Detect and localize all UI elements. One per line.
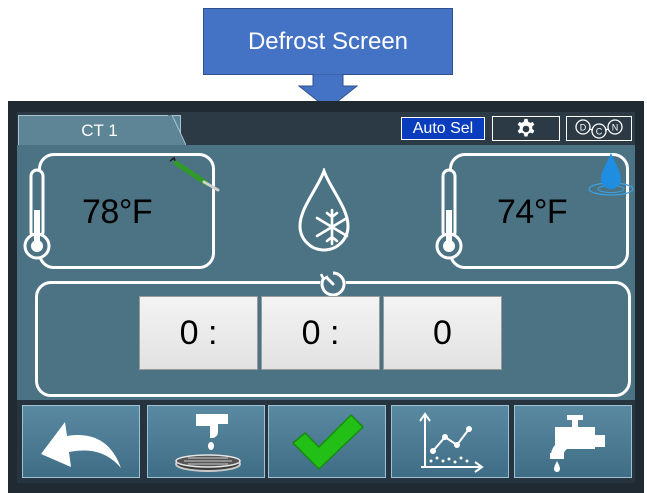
drain-button[interactable] [147,405,265,478]
timer-seconds-value: 0 [433,313,452,352]
chart-icon [419,411,484,473]
right-temperature-value: 74°F [497,193,568,231]
timer-hours-value: 0 : [179,313,218,352]
back-button[interactable] [22,405,140,478]
faucet-icon [550,414,605,472]
callout-label: Defrost Screen [247,27,409,55]
thermometer-icon-right [435,168,463,260]
water-drop-icon [588,153,634,196]
timer-minutes-value: 0 : [301,313,340,352]
tab-ct1[interactable]: CT 1 [18,115,181,145]
confirm-button[interactable] [268,405,386,478]
defrost-drop-snowflake-icon [298,168,350,252]
gear-icon [517,118,535,137]
defrost-screen-callout: Defrost Screen [203,8,453,75]
probe-icon [169,156,220,192]
left-temperature-value: 78°F [82,193,153,231]
timer-hours-field[interactable]: 0 : [139,296,258,370]
molecule-letter-d: D [580,122,587,132]
molecule-letter-c: C [596,126,603,136]
graph-button[interactable] [391,405,509,478]
thermometer-icon [23,168,51,260]
checkmark-icon [291,413,365,470]
water-button[interactable] [514,405,632,478]
dcn-molecule-icon: D C N [575,118,623,139]
tab-label: CT 1 [81,120,118,140]
molecule-letter-n: N [612,122,619,132]
drain-faucet-icon [175,413,241,472]
timer-seconds-field[interactable]: 0 [383,296,502,370]
tab-corner [168,115,186,145]
timer-minutes-field[interactable]: 0 : [261,296,380,370]
auto-sel-label: Auto Sel [412,119,474,137]
settings-button[interactable] [492,116,560,141]
back-arrow-icon [41,421,121,468]
dcn-button[interactable]: D C N [566,116,632,141]
timer-icon [319,271,346,297]
auto-sel-button[interactable]: Auto Sel [401,117,485,140]
